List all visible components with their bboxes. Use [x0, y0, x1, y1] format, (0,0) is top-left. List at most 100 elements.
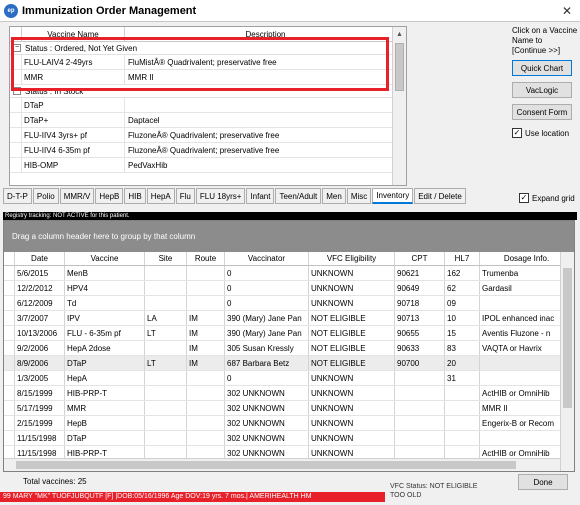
vaccine-name-cell[interactable]: FLU-IIV4 6-35m pf — [22, 143, 125, 157]
history-cell-hl7: 09 — [445, 296, 480, 310]
row-indicator — [4, 371, 15, 385]
history-cell-date: 5/17/1999 — [15, 401, 65, 415]
expand-grid-option[interactable]: ✓ Expand grid — [519, 193, 575, 203]
history-cell-date: 9/2/2006 — [15, 341, 65, 355]
history-cell-vaccine: IPV — [65, 311, 145, 325]
history-cell-cpt — [395, 416, 445, 430]
tab-hib[interactable]: HIB — [124, 188, 146, 204]
history-row[interactable]: 5/17/1999 MMR 302 UNKNOWN UNKNOWN MMR II — [4, 401, 574, 416]
vfc-status-note: VFC Status: NOT ELIGIBLE TOO OLD — [390, 483, 478, 499]
tab-mmr-v[interactable]: MMR/V — [59, 188, 95, 204]
history-row[interactable]: 5/6/2015 MenB 0 UNKNOWN 90621 162 Trumenba — [4, 266, 574, 281]
column-header-site[interactable]: Site — [145, 252, 187, 265]
tab-flu-18yrs-[interactable]: FLU 18yrs+ — [195, 188, 246, 204]
tab-infant[interactable]: Infant — [246, 188, 275, 204]
vaccine-name-cell[interactable]: HIB-OMP — [22, 158, 125, 172]
column-header-cpt[interactable]: CPT — [395, 252, 445, 265]
history-cell-hl7: 62 — [445, 281, 480, 295]
history-row[interactable]: 10/13/2006 FLU - 6-35m pf LT IM 390 (Mary) J… — [4, 326, 574, 341]
history-cell-vfc-eligibility: NOT ELIGIBLE — [309, 326, 395, 340]
history-cell-date: 2/15/1999 — [15, 416, 65, 430]
horizontal-scroll-thumb[interactable] — [16, 461, 516, 469]
history-row[interactable]: 11/15/1998 DTaP 302 UNKNOWN UNKNOWN — [4, 431, 574, 446]
tab-men[interactable]: Men — [322, 188, 346, 204]
history-cell-vaccine: HIB-PRP-T — [65, 386, 145, 400]
vaccine-name-cell[interactable]: DTaP — [22, 98, 125, 112]
use-location-option[interactable]: ✓ Use location — [512, 128, 578, 138]
history-cell-cpt: 90700 — [395, 356, 445, 370]
vaccine-grid-scrollbar[interactable]: ▲ — [392, 27, 406, 185]
row-indicator — [4, 431, 15, 445]
column-header-hl7[interactable]: HL7 — [445, 252, 480, 265]
vaccine-row[interactable]: FLU-IIV4 6-35m pf FluzoneÂ® Quadrivalent;… — [10, 143, 392, 158]
history-cell-vfc-eligibility: UNKNOWN — [309, 266, 395, 280]
tab-d-t-p[interactable]: D-T-P — [3, 188, 32, 204]
history-row[interactable]: 6/12/2009 Td 0 UNKNOWN 90718 09 — [4, 296, 574, 311]
history-cell-date: 8/15/1999 — [15, 386, 65, 400]
history-grid-header: Date Vaccine Site Route Vaccinator VFC Eligib… — [4, 252, 574, 266]
history-row[interactable]: 1/3/2005 HepA 0 UNKNOWN 31 — [4, 371, 574, 386]
history-cell-hl7: 162 — [445, 266, 480, 280]
quick-chart-button[interactable]: Quick Chart — [512, 60, 572, 76]
history-cell-date: 6/12/2009 — [15, 296, 65, 310]
vaccine-row[interactable]: DTaP — [10, 98, 392, 113]
tab-edit-delete[interactable]: Edit / Delete — [414, 188, 466, 204]
group-by-drop-area[interactable]: Drag a column header here to group by th… — [4, 221, 574, 252]
history-row[interactable]: 2/15/1999 HepB 302 UNKNOWN UNKNOWN Engerix-B… — [4, 416, 574, 431]
history-row[interactable]: 12/2/2012 HPV4 0 UNKNOWN 90649 62 Gardasil — [4, 281, 574, 296]
history-cell-site — [145, 296, 187, 310]
use-location-checkbox[interactable]: ✓ — [512, 128, 522, 138]
column-header-vfc-eligibility[interactable]: VFC Eligibility — [309, 252, 395, 265]
vaclogic-button[interactable]: VacLogic — [512, 82, 572, 98]
history-cell-route — [187, 386, 225, 400]
vaccine-description-cell: PedVaxHib — [128, 160, 168, 170]
vaccine-row[interactable]: HIB-OMP PedVaxHib — [10, 158, 392, 173]
history-row[interactable]: 8/15/1999 HIB-PRP-T 302 UNKNOWN UNKNOWN ActH… — [4, 386, 574, 401]
tab-hepb[interactable]: HepB — [95, 188, 124, 204]
vaccine-name-cell[interactable]: FLU-IIV4 3yrs+ pf — [22, 128, 125, 142]
history-cell-hl7 — [445, 401, 480, 415]
vaccine-row[interactable]: FLU-IIV4 3yrs+ pf FluzoneÂ® Quadrivalent;… — [10, 128, 392, 143]
consent-form-button[interactable]: Consent Form — [512, 104, 572, 120]
history-cell-site: LA — [145, 311, 187, 325]
history-cell-site — [145, 266, 187, 280]
history-cell-site — [145, 281, 187, 295]
row-indicator — [10, 128, 22, 142]
history-horizontal-scrollbar[interactable] — [4, 458, 560, 471]
tab-inventory[interactable]: Inventory — [372, 188, 414, 204]
history-cell-vfc-eligibility: UNKNOWN — [309, 296, 395, 310]
history-cell-route: IM — [187, 356, 225, 370]
scroll-up-icon[interactable]: ▲ — [393, 27, 406, 41]
vaccine-row[interactable]: DTaP+ Daptacel — [10, 113, 392, 128]
column-header-vaccinator[interactable]: Vaccinator — [225, 252, 309, 265]
vaccine-name-cell[interactable]: DTaP+ — [22, 113, 125, 127]
tab-polio[interactable]: Polio — [32, 188, 59, 204]
tab-flu[interactable]: Flu — [175, 188, 195, 204]
history-cell-site — [145, 371, 187, 385]
expand-grid-checkbox[interactable]: ✓ — [519, 193, 529, 203]
history-cell-date: 12/2/2012 — [15, 281, 65, 295]
column-header-vaccine[interactable]: Vaccine — [65, 252, 145, 265]
tab-teen-adult[interactable]: Teen/Adult — [275, 188, 322, 204]
vertical-scroll-thumb[interactable] — [563, 268, 572, 408]
history-vertical-scrollbar[interactable] — [560, 252, 574, 471]
history-row[interactable]: 3/7/2007 IPV LA IM 390 (Mary) Jane Pan NOT EL… — [4, 311, 574, 326]
close-icon[interactable]: ✕ — [558, 2, 576, 19]
side-panel: Click on a Vaccine Name to [Continue >>]… — [512, 26, 578, 138]
row-indicator — [4, 401, 15, 415]
history-cell-vfc-eligibility: NOT ELIGIBLE — [309, 341, 395, 355]
history-row[interactable]: 8/9/2006 DTaP LT IM 687 Barbara Betz NOT ELIG… — [4, 356, 574, 371]
use-location-label: Use location — [525, 128, 570, 138]
scroll-thumb[interactable] — [395, 43, 404, 91]
total-vaccines: Total vaccines: 25 — [23, 476, 87, 486]
history-row[interactable]: 9/2/2006 HepA 2dose IM 305 Susan Kressly NOT… — [4, 341, 574, 356]
tab-misc[interactable]: Misc — [346, 188, 372, 204]
history-cell-site — [145, 431, 187, 445]
column-header-route[interactable]: Route — [187, 252, 225, 265]
column-header-date[interactable]: Date — [15, 252, 65, 265]
done-button[interactable]: Done — [518, 474, 568, 490]
vaccine-description-cell: FluzoneÂ® Quadrivalent; preservative fre… — [128, 130, 280, 140]
row-indicator — [10, 98, 22, 112]
tab-hepa[interactable]: HepA — [146, 188, 175, 204]
history-cell-vaccinator: 302 UNKNOWN — [225, 386, 309, 400]
